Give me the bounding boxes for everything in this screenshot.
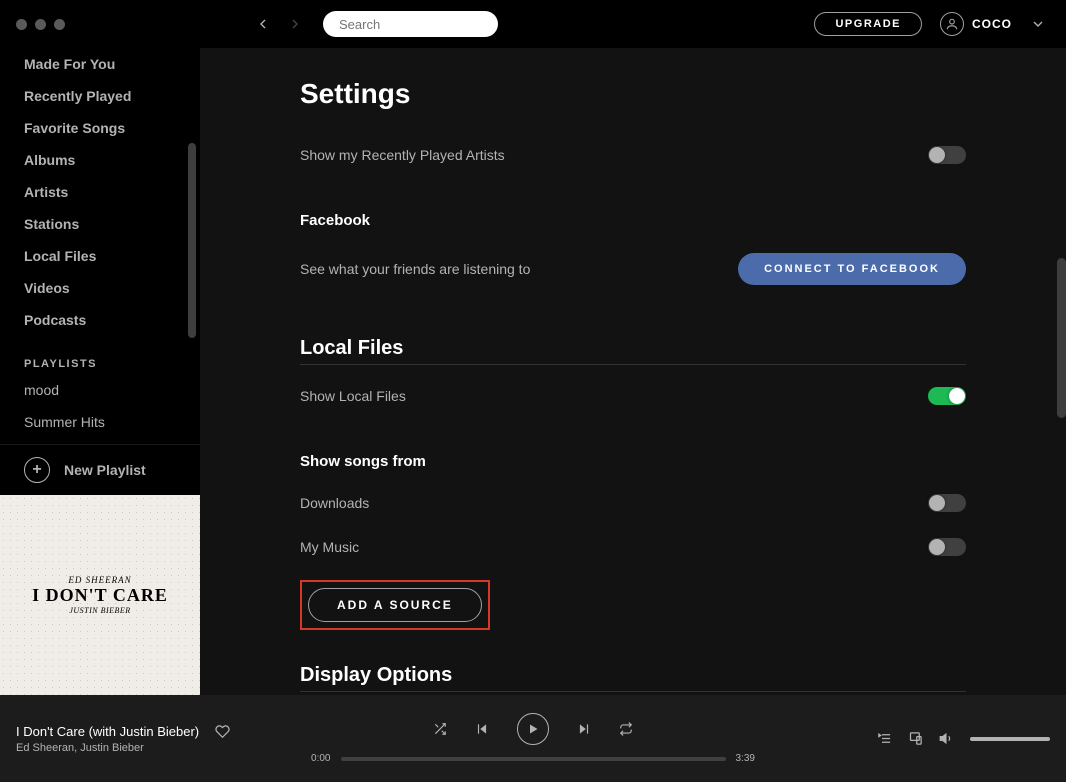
art-title: I DON'T CARE bbox=[32, 585, 168, 606]
user-menu[interactable]: COCO bbox=[940, 12, 1012, 36]
topbar: UPGRADE COCO bbox=[0, 0, 1066, 48]
now-playing: I Don't Care (with Justin Bieber) Ed She… bbox=[16, 724, 311, 754]
username-label: COCO bbox=[972, 17, 1012, 31]
window-min-dot[interactable] bbox=[35, 19, 46, 30]
heart-icon[interactable] bbox=[215, 724, 230, 739]
upgrade-button[interactable]: UPGRADE bbox=[814, 12, 922, 36]
sidebar-item-videos[interactable]: Videos bbox=[24, 272, 176, 304]
sidebar-item-artists[interactable]: Artists bbox=[24, 176, 176, 208]
plus-icon: + bbox=[24, 457, 50, 483]
album-art[interactable]: ED SHEERAN I DON'T CARE JUSTIN BIEBER bbox=[0, 495, 200, 695]
progress-bar[interactable] bbox=[341, 757, 726, 761]
repeat-icon[interactable] bbox=[619, 722, 633, 736]
sidebar-item-recently-played[interactable]: Recently Played bbox=[24, 80, 176, 112]
new-playlist-label: New Playlist bbox=[64, 462, 146, 478]
facebook-header: Facebook bbox=[300, 182, 966, 245]
sidebar: Made For You Recently Played Favorite So… bbox=[0, 48, 200, 695]
art-artist1: ED SHEERAN bbox=[68, 575, 131, 585]
track-artist[interactable]: Ed Sheeran, Justin Bieber bbox=[16, 742, 311, 754]
window-close-dot[interactable] bbox=[16, 19, 27, 30]
chevron-down-icon[interactable] bbox=[1030, 16, 1046, 32]
divider bbox=[300, 364, 966, 365]
devices-icon[interactable] bbox=[908, 731, 923, 746]
main-content: Settings Show my Recently Played Artists… bbox=[200, 48, 1066, 695]
player-right-controls bbox=[755, 731, 1050, 746]
show-local-files-label: Show Local Files bbox=[300, 388, 406, 404]
window-max-dot[interactable] bbox=[54, 19, 65, 30]
forward-icon[interactable] bbox=[287, 16, 303, 32]
my-music-label: My Music bbox=[300, 539, 359, 555]
play-button[interactable] bbox=[517, 713, 549, 745]
facebook-desc: See what your friends are listening to bbox=[300, 261, 530, 277]
add-source-button[interactable]: ADD A SOURCE bbox=[308, 588, 482, 622]
window-controls bbox=[16, 19, 65, 30]
my-music-toggle[interactable] bbox=[928, 538, 966, 556]
downloads-toggle[interactable] bbox=[928, 494, 966, 512]
show-songs-from-header: Show songs from bbox=[300, 423, 966, 486]
divider bbox=[300, 691, 966, 692]
search-box[interactable] bbox=[323, 11, 498, 37]
local-files-header: Local Files bbox=[300, 303, 966, 364]
new-playlist-button[interactable]: + New Playlist bbox=[0, 444, 200, 495]
main-scrollbar[interactable] bbox=[1057, 258, 1066, 418]
sidebar-item-local-files[interactable]: Local Files bbox=[24, 240, 176, 272]
sidebar-item-made-for-you[interactable]: Made For You bbox=[24, 48, 176, 80]
shuffle-icon[interactable] bbox=[433, 722, 447, 736]
total-time: 3:39 bbox=[736, 753, 755, 764]
volume-slider[interactable] bbox=[970, 737, 1050, 741]
recently-played-artists-toggle[interactable] bbox=[928, 146, 966, 164]
player-bar: I Don't Care (with Justin Bieber) Ed She… bbox=[0, 695, 1066, 782]
back-icon[interactable] bbox=[255, 16, 271, 32]
playlists-header: PLAYLISTS bbox=[24, 336, 176, 374]
nav-arrows bbox=[255, 16, 303, 32]
highlight-annotation: ADD A SOURCE bbox=[300, 580, 490, 630]
elapsed-time: 0:00 bbox=[311, 753, 330, 764]
playlist-item-mood[interactable]: mood bbox=[24, 374, 176, 406]
player-controls: 0:00 3:39 bbox=[311, 713, 755, 764]
next-icon[interactable] bbox=[577, 722, 591, 736]
downloads-label: Downloads bbox=[300, 495, 369, 511]
avatar-icon bbox=[940, 12, 964, 36]
previous-icon[interactable] bbox=[475, 722, 489, 736]
show-local-files-toggle[interactable] bbox=[928, 387, 966, 405]
display-options-header: Display Options bbox=[300, 630, 966, 691]
sidebar-item-podcasts[interactable]: Podcasts bbox=[24, 304, 176, 336]
sidebar-item-albums[interactable]: Albums bbox=[24, 144, 176, 176]
queue-icon[interactable] bbox=[877, 731, 892, 746]
recently-played-artists-label: Show my Recently Played Artists bbox=[300, 147, 505, 163]
connect-facebook-button[interactable]: CONNECT TO FACEBOOK bbox=[738, 253, 966, 285]
sidebar-scrollbar[interactable] bbox=[188, 143, 196, 338]
track-title[interactable]: I Don't Care (with Justin Bieber) bbox=[16, 724, 199, 739]
art-artist2: JUSTIN BIEBER bbox=[69, 606, 130, 615]
volume-icon[interactable] bbox=[939, 731, 954, 746]
sidebar-item-favorite-songs[interactable]: Favorite Songs bbox=[24, 112, 176, 144]
playlist-item-summer-hits[interactable]: Summer Hits bbox=[24, 406, 176, 438]
sidebar-item-stations[interactable]: Stations bbox=[24, 208, 176, 240]
page-title: Settings bbox=[300, 68, 966, 138]
search-input[interactable] bbox=[339, 17, 515, 32]
